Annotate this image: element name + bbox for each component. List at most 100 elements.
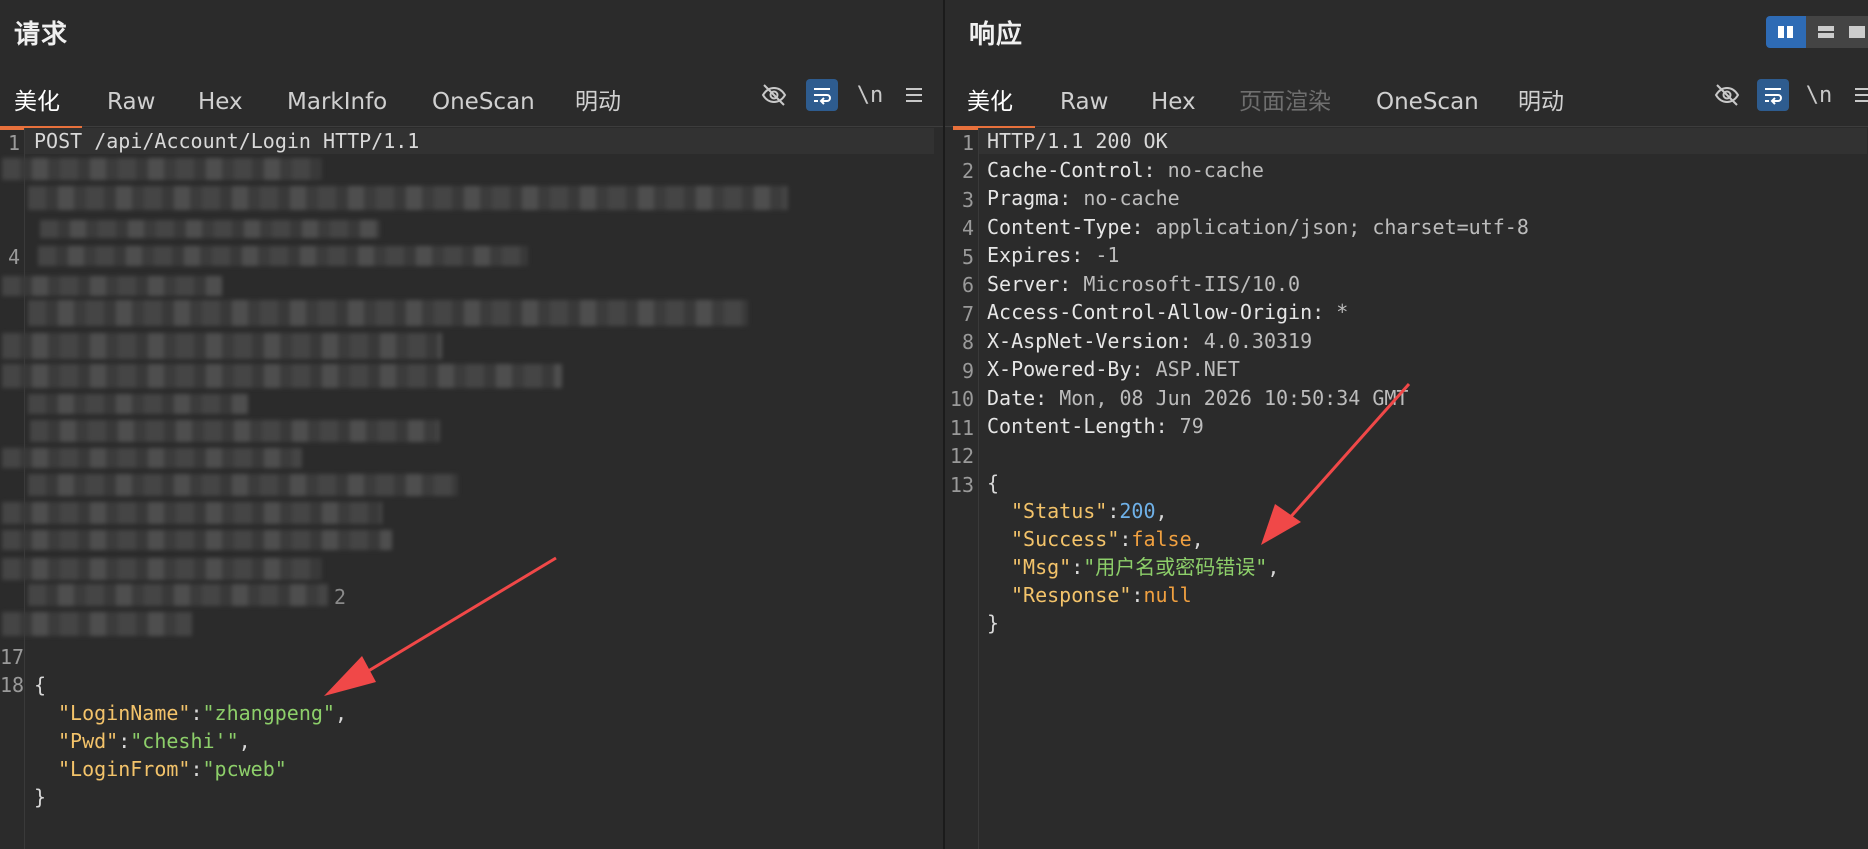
- line-gutter: 1 4 17 18: [0, 128, 25, 849]
- line-number: 7: [961, 302, 974, 326]
- redacted-block: [30, 420, 440, 442]
- line-number: 4: [961, 216, 974, 240]
- tab-pretty[interactable]: 美化: [953, 82, 1035, 130]
- tab-onescan[interactable]: OneScan: [1376, 82, 1479, 122]
- response-title: 响应: [969, 20, 1024, 50]
- response-pane: 响应 美化 Raw Hex 页面渲染 OneScan 明动 \n 1 2 3 4: [945, 0, 1868, 849]
- menu-icon[interactable]: [898, 79, 930, 111]
- line-number: 5: [961, 245, 974, 269]
- json-close-brace: }: [987, 611, 1000, 635]
- json-line-pwd: "Pwd":"cheshi'",: [58, 729, 251, 753]
- header-name: X-Powered-By: [987, 357, 1132, 381]
- tab-raw[interactable]: Raw: [107, 82, 155, 122]
- json-string: "zhangpeng": [202, 701, 335, 725]
- header-line: Content-Length: 79: [987, 414, 1204, 438]
- line-number: 4: [7, 245, 20, 269]
- line-number: 1: [961, 131, 974, 155]
- layout-toggle: [1766, 16, 1868, 48]
- json-open-brace: {: [987, 471, 1000, 495]
- tab-mingdong[interactable]: 明动: [575, 82, 621, 122]
- json-line-status: "Status":200,: [1011, 499, 1168, 523]
- header-value: application/json; charset=utf-8: [1143, 215, 1529, 239]
- header-value: no-cache: [1071, 186, 1180, 210]
- line-gutter: 1 2 3 4 5 6 7 8 9 10 11 12 13: [945, 128, 979, 849]
- header-name: Date: [987, 386, 1036, 410]
- line-number: 8: [961, 330, 974, 354]
- line-number: 9: [961, 359, 974, 383]
- tab-markinfo[interactable]: MarkInfo: [287, 82, 387, 122]
- header-value: Microsoft-IIS/10.0: [1071, 272, 1301, 296]
- header-value: *: [1324, 300, 1349, 324]
- line-number: 12: [949, 444, 974, 468]
- header-line: X-Powered-By: ASP.NET: [987, 357, 1240, 381]
- header-line: Cache-Control: no-cache: [987, 158, 1264, 182]
- redacted-block: [28, 474, 458, 496]
- line-number: 11: [949, 416, 974, 440]
- tab-raw[interactable]: Raw: [1060, 82, 1108, 122]
- status-line: HTTP/1.1 200 OK: [979, 128, 1867, 154]
- line-number: 10: [949, 387, 974, 411]
- header-value: ASP.NET: [1143, 357, 1240, 381]
- json-key: "Pwd": [58, 729, 119, 753]
- tab-mingdong[interactable]: 明动: [1518, 82, 1564, 122]
- header-line: Date: Mon, 08 Jun 2026 10:50:34 GMT: [987, 386, 1409, 410]
- redacted-block: [2, 364, 562, 388]
- header-line: X-AspNet-Version: 4.0.30319: [987, 329, 1313, 353]
- json-number: 200: [1119, 499, 1156, 523]
- json-line-loginfrom: "LoginFrom":"pcweb": [58, 757, 287, 781]
- redacted-block: [2, 158, 322, 180]
- json-line-loginname: "LoginName":"zhangpeng",: [58, 701, 347, 725]
- redacted-block: [2, 276, 222, 296]
- header-value: no-cache: [1155, 158, 1264, 182]
- redacted-block: [2, 448, 302, 468]
- redacted-block: [2, 333, 442, 359]
- redacted-block: [2, 502, 382, 524]
- menu-icon[interactable]: [1847, 79, 1868, 111]
- header-line: Access-Control-Allow-Origin: *: [987, 300, 1349, 324]
- request-tabbar: 美化 Raw Hex MarkInfo OneScan 明动: [0, 76, 943, 130]
- redacted-block: [2, 558, 322, 580]
- header-value: Mon, 08 Jun 2026 10:50:34 GMT: [1047, 386, 1409, 410]
- header-value: -1: [1083, 243, 1120, 267]
- json-close-brace: }: [34, 785, 47, 809]
- request-pane: 请求 美化 Raw Hex MarkInfo OneScan 明动 \n 1 4…: [0, 0, 943, 849]
- request-editor[interactable]: 1 4 17 18 POST /api/Account/Login HTTP/1…: [0, 128, 943, 849]
- line-number: 3: [961, 188, 974, 212]
- tab-hex[interactable]: Hex: [198, 82, 243, 122]
- json-key: "Success": [1011, 527, 1120, 551]
- json-key: "LoginFrom": [58, 757, 191, 781]
- line-number: 6: [961, 273, 974, 297]
- newline-icon[interactable]: \n: [854, 79, 886, 111]
- header-line: Content-Type: application/json; charset=…: [987, 215, 1529, 239]
- wrap-icon[interactable]: [1757, 79, 1789, 111]
- layout-single-icon[interactable]: [1846, 16, 1868, 48]
- layout-rows-icon[interactable]: [1806, 16, 1846, 48]
- header-name: Cache-Control: [987, 158, 1144, 182]
- tab-hex[interactable]: Hex: [1151, 82, 1196, 122]
- newline-icon[interactable]: \n: [1803, 79, 1835, 111]
- line-number: 2: [961, 159, 974, 183]
- header-line: Pragma: no-cache: [987, 186, 1180, 210]
- line-number: 1: [7, 131, 20, 155]
- request-title: 请求: [14, 20, 69, 50]
- line-number: 13: [949, 473, 974, 497]
- json-key: "Msg": [1011, 555, 1072, 579]
- wrap-icon[interactable]: [806, 79, 838, 111]
- layout-split-icon[interactable]: [1766, 16, 1806, 48]
- tab-render[interactable]: 页面渲染: [1239, 82, 1331, 122]
- header-value: 4.0.30319: [1191, 329, 1313, 353]
- header-name: Expires: [987, 243, 1072, 267]
- json-string: "用户名或密码错误": [1083, 555, 1268, 579]
- line-number: 18: [0, 673, 25, 697]
- tab-onescan[interactable]: OneScan: [432, 82, 535, 122]
- json-key: "LoginName": [58, 701, 191, 725]
- redacted-block: [28, 394, 248, 414]
- request-line: POST /api/Account/Login HTTP/1.1: [25, 128, 934, 154]
- response-editor[interactable]: 1 2 3 4 5 6 7 8 9 10 11 12 13 HTTP/1.1 2…: [945, 128, 1868, 849]
- tab-pretty[interactable]: 美化: [0, 82, 82, 130]
- hide-icon[interactable]: [1711, 79, 1743, 111]
- hide-icon[interactable]: [758, 79, 790, 111]
- json-line-msg: "Msg":"用户名或密码错误",: [1011, 555, 1280, 579]
- header-name: Content-Type: [987, 215, 1132, 239]
- header-name: Content-Length: [987, 414, 1156, 438]
